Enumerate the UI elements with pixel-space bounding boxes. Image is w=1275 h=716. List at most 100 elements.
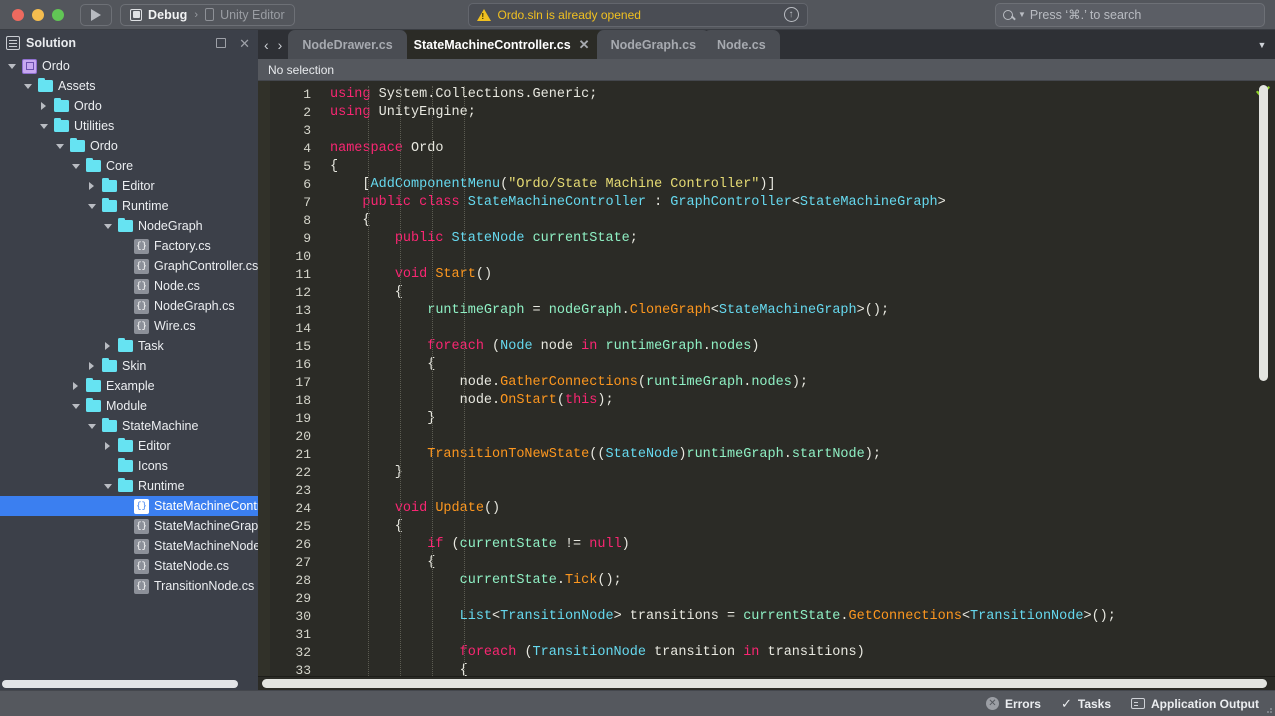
tree-item[interactable]: Task xyxy=(0,336,258,356)
editor-tabs[interactable]: NodeDrawer.cs StateMachineController.cs ✕ N… xyxy=(288,30,1249,59)
minimize-icon[interactable] xyxy=(216,38,227,48)
tree-item-label: Factory.cs xyxy=(154,239,211,253)
editor-tab[interactable]: StateMachineController.cs ✕ xyxy=(399,30,604,59)
code-token: StateMachineGraph xyxy=(718,303,857,318)
twisty-open-icon[interactable] xyxy=(54,141,65,152)
line-number: 16 xyxy=(295,357,311,372)
twisty-open-icon[interactable] xyxy=(102,221,113,232)
code-token: ( xyxy=(492,339,501,354)
tree-item[interactable]: {} Node.cs xyxy=(0,276,258,296)
code-token: currentState xyxy=(532,231,630,246)
tree-item[interactable]: Skin xyxy=(0,356,258,376)
tree-item[interactable]: Ordo xyxy=(0,56,258,76)
tree-item[interactable]: Editor xyxy=(0,436,258,456)
code-token: StateNode xyxy=(451,231,525,246)
code-editor[interactable]: 1 2 3 4 5 6 7 8 9 10 11 12 13 14 15 16 17 18 19 20 21 22 23 24 2… xyxy=(258,81,1275,676)
code-token: nodeGraph xyxy=(548,303,622,318)
code-token: < xyxy=(961,609,971,624)
search-input[interactable]: ▼ Press ‘⌘.’ to search xyxy=(995,2,1265,27)
twisty-open-icon[interactable] xyxy=(86,421,97,432)
tree-item[interactable]: Runtime xyxy=(0,476,258,496)
tree-item[interactable]: {} StateMachineNode.cs xyxy=(0,536,258,556)
tree-item[interactable]: Core xyxy=(0,156,258,176)
twisty-closed-icon[interactable] xyxy=(38,101,49,112)
twisty-closed-icon[interactable] xyxy=(102,441,113,452)
twisty-closed-icon[interactable] xyxy=(102,341,113,352)
tree-item[interactable]: {} TransitionNode.cs xyxy=(0,576,258,596)
twisty-closed-icon[interactable] xyxy=(86,181,97,192)
twisty-open-icon[interactable] xyxy=(6,61,17,72)
twisty-open-icon[interactable] xyxy=(86,201,97,212)
chevron-down-icon[interactable]: ▼ xyxy=(1018,10,1026,19)
code-token: in xyxy=(581,339,606,354)
twisty-open-icon[interactable] xyxy=(38,121,49,132)
editor-breadcrumb-bar[interactable]: No selection xyxy=(258,59,1275,81)
solution-tree[interactable]: Ordo Assets Ordo Utilities Ordo Core Editor Run… xyxy=(0,56,258,678)
tree-item[interactable]: {} StateMachineController.cs xyxy=(0,496,258,516)
tree-item[interactable]: {} StateMachineGraph.cs xyxy=(0,516,258,536)
tree-item-label: StateMachine xyxy=(122,419,199,433)
editor-tab[interactable]: Node.cs xyxy=(703,30,780,59)
tree-item[interactable]: Assets xyxy=(0,76,258,96)
tree-item[interactable]: {} Wire.cs xyxy=(0,316,258,336)
status-bar-item[interactable]: Application Output xyxy=(1131,697,1259,711)
tree-item[interactable]: {} NodeGraph.cs xyxy=(0,296,258,316)
tree-item[interactable]: Icons xyxy=(0,456,258,476)
twisty-open-icon[interactable] xyxy=(70,161,81,172)
status-bar-item[interactable]: ✓ Tasks xyxy=(1061,697,1111,711)
twisty-closed-icon[interactable] xyxy=(70,381,81,392)
tab-overflow-button[interactable]: ▼ xyxy=(1249,30,1275,59)
run-configuration-selector[interactable]: Debug › Unity Editor xyxy=(120,3,295,26)
tree-item[interactable]: Ordo xyxy=(0,136,258,156)
arrow-up-circle-icon[interactable]: ↑ xyxy=(783,7,799,22)
solution-pad-title: Solution xyxy=(26,36,76,50)
tree-item[interactable]: Editor xyxy=(0,176,258,196)
run-button[interactable] xyxy=(80,3,112,26)
close-window-button[interactable] xyxy=(12,8,24,21)
ide-window: Debug › Unity Editor Ordo.sln is already… xyxy=(0,0,1275,716)
tree-item[interactable]: NodeGraph xyxy=(0,216,258,236)
editor-vertical-scrollbar[interactable] xyxy=(1259,85,1268,381)
tree-item[interactable]: Runtime xyxy=(0,196,258,216)
minimize-window-button[interactable] xyxy=(32,8,44,21)
tree-item-label: StateMachineController.cs xyxy=(154,499,258,513)
tree-item[interactable]: StateMachine xyxy=(0,416,258,436)
tree-item[interactable]: Example xyxy=(0,376,258,396)
code-token: namespace xyxy=(330,141,412,156)
code-content[interactable]: using System.Collections.Generic; using U… xyxy=(320,81,1275,676)
resize-grip-icon[interactable] xyxy=(1263,704,1273,714)
editor-tab[interactable]: NodeGraph.cs xyxy=(596,30,711,59)
tree-item[interactable]: Utilities xyxy=(0,116,258,136)
editor-tab-label: NodeGraph.cs xyxy=(610,37,697,52)
twisty-open-icon[interactable] xyxy=(70,401,81,412)
solution-pad-header: Solution ✕ xyxy=(0,30,258,56)
tree-item[interactable]: Ordo xyxy=(0,96,258,116)
notification-banner[interactable]: Ordo.sln is already opened ↑ xyxy=(467,2,808,27)
tree-item[interactable]: {} Factory.cs xyxy=(0,236,258,256)
twisty-closed-icon[interactable] xyxy=(86,361,97,372)
maximize-window-button[interactable] xyxy=(52,8,64,21)
twisty-open-icon[interactable] xyxy=(102,481,113,492)
status-bar-item[interactable]: ✕ Errors xyxy=(985,697,1041,711)
scrollbar-thumb[interactable] xyxy=(262,679,1267,688)
sidebar-horizontal-scrollbar[interactable] xyxy=(0,678,258,690)
tab-close-icon[interactable]: ✕ xyxy=(579,38,590,51)
mobile-device-icon xyxy=(205,8,215,21)
tree-item-label: Ordo xyxy=(74,99,102,113)
code-token: ) xyxy=(621,537,630,552)
chevron-left-icon[interactable]: ‹ xyxy=(264,38,269,52)
code-token: { xyxy=(330,285,403,300)
tree-item-label: StateNode.cs xyxy=(154,559,230,573)
twisty-open-icon[interactable] xyxy=(22,81,33,92)
tree-item-label: Ordo xyxy=(42,59,70,73)
tree-item[interactable]: Module xyxy=(0,396,258,416)
tree-item[interactable]: {} StateNode.cs xyxy=(0,556,258,576)
chevron-right-icon[interactable]: › xyxy=(278,38,283,52)
scrollbar-thumb[interactable] xyxy=(2,680,238,688)
close-icon[interactable]: ✕ xyxy=(239,37,250,50)
tree-item[interactable]: {} GraphController.cs xyxy=(0,256,258,276)
csharp-file-icon: {} xyxy=(134,318,149,334)
error-circle-icon: ✕ xyxy=(985,697,999,710)
editor-horizontal-scrollbar[interactable] xyxy=(258,676,1275,690)
editor-tab[interactable]: NodeDrawer.cs xyxy=(288,30,407,59)
